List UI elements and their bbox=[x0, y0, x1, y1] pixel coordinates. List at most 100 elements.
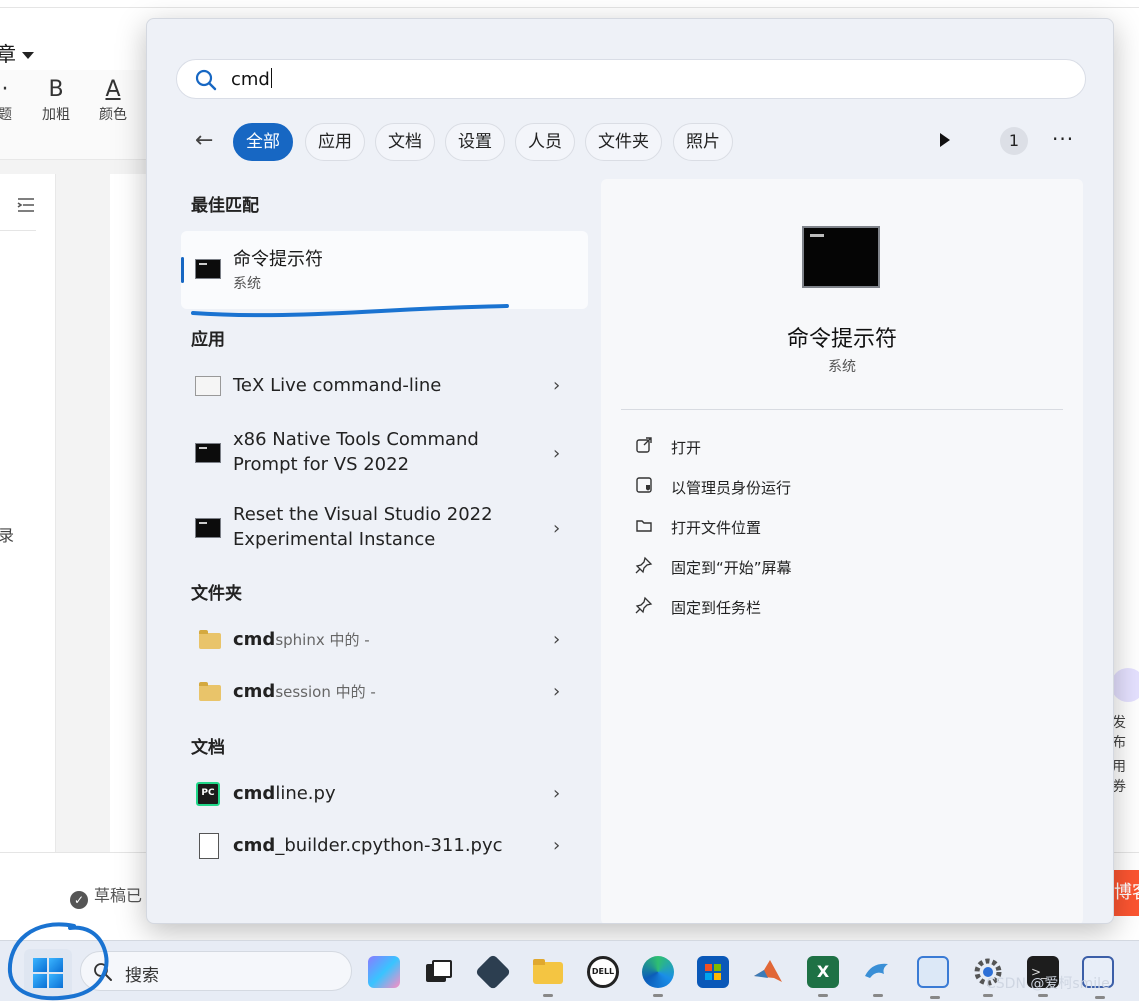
copilot-app-icon[interactable] bbox=[368, 956, 400, 988]
action-open-file-location[interactable]: 打开文件位置 bbox=[635, 515, 835, 539]
dell-app-icon[interactable]: DELL bbox=[587, 956, 619, 988]
folder-name: sphinx bbox=[275, 631, 325, 649]
publish-side-label: 发布 bbox=[1112, 715, 1126, 751]
match-text: cmd bbox=[233, 783, 276, 804]
running-indicator bbox=[543, 994, 553, 997]
tab-all[interactable]: 全部 bbox=[233, 123, 293, 161]
folder-result-session[interactable]: cmdsession 中的 - › bbox=[181, 667, 588, 717]
detail-title: 命令提示符 bbox=[786, 327, 897, 352]
chevron-right-icon[interactable]: › bbox=[553, 375, 560, 396]
doc-title-menu[interactable]: 章 bbox=[0, 38, 34, 67]
tab-documents[interactable]: 文档 bbox=[375, 123, 435, 161]
chevron-right-icon[interactable]: › bbox=[553, 629, 560, 650]
back-arrow-icon[interactable]: ← bbox=[195, 129, 213, 153]
pin-icon bbox=[635, 596, 653, 614]
action-pin-to-taskbar[interactable]: 固定到任务栏 bbox=[635, 595, 835, 619]
section-documents: 文档 bbox=[191, 738, 225, 758]
app-result-x86-native-tools[interactable]: x86 Native Tools Command Prompt for VS 20… bbox=[181, 427, 588, 483]
outline-icon[interactable] bbox=[16, 196, 36, 214]
app-result-line1: x86 Native Tools Command bbox=[233, 429, 479, 450]
section-folders: 文件夹 bbox=[191, 584, 242, 604]
dolphin-app-icon[interactable] bbox=[862, 956, 894, 997]
chevron-right-icon[interactable]: › bbox=[553, 835, 560, 856]
app-result-texlive[interactable]: TeX Live command-line › bbox=[181, 361, 588, 411]
document-result-cmdline[interactable]: PC cmdline.py › bbox=[181, 769, 588, 819]
bold-button[interactable]: B 加粗 bbox=[42, 76, 70, 124]
task-view-icon[interactable] bbox=[422, 956, 454, 988]
chevron-right-icon[interactable]: › bbox=[553, 518, 560, 539]
taskbar: 搜索 DELL X >_ CSDN @爱柯smile bbox=[0, 940, 1139, 1001]
search-query-text: cmd bbox=[231, 69, 270, 90]
excel-icon[interactable]: X bbox=[807, 956, 839, 997]
draft-status: ✓ 草稿已 bbox=[70, 882, 142, 909]
heading-tool[interactable]: · 题 bbox=[0, 76, 12, 124]
dev-app-icon[interactable] bbox=[474, 953, 512, 991]
best-match-name: 命令提示符 bbox=[233, 249, 323, 270]
folder-result-label: cmdsession 中的 - bbox=[233, 679, 376, 705]
app-result-line2: Experimental Instance bbox=[233, 529, 436, 550]
running-indicator bbox=[653, 994, 663, 997]
edge-browser-icon[interactable] bbox=[642, 956, 674, 997]
monitor-app-icon[interactable] bbox=[917, 956, 949, 999]
rewards-badge[interactable]: 1 bbox=[1000, 127, 1028, 155]
action-label: 打开 bbox=[671, 439, 702, 457]
chevron-right-icon[interactable]: › bbox=[553, 443, 560, 464]
tab-apps[interactable]: 应用 bbox=[305, 123, 365, 161]
taskbar-search-box[interactable]: 搜索 bbox=[80, 951, 352, 991]
action-label: 打开文件位置 bbox=[671, 519, 762, 537]
app-result-line1: Reset the Visual Studio 2022 bbox=[233, 504, 493, 525]
text-caret bbox=[270, 68, 272, 88]
right-sidebar bbox=[1114, 70, 1139, 930]
folder-name: session bbox=[275, 683, 331, 701]
action-pin-to-start[interactable]: 固定到“开始”屏幕 bbox=[635, 555, 835, 579]
document-name: _builder.cpython-311.pyc bbox=[275, 835, 503, 856]
pin-icon bbox=[635, 556, 653, 574]
search-query: cmd bbox=[231, 68, 272, 90]
action-open[interactable]: 打开 bbox=[635, 435, 835, 459]
outline-panel: 录 bbox=[0, 174, 56, 854]
pycharm-file-icon: PC bbox=[196, 782, 220, 806]
chevron-right-icon[interactable]: › bbox=[553, 681, 560, 702]
match-text: cmd bbox=[233, 629, 276, 650]
document-result-cmd-builder[interactable]: cmd_builder.cpython-311.pyc › bbox=[181, 821, 588, 871]
command-prompt-icon bbox=[195, 259, 221, 279]
play-icon[interactable] bbox=[940, 133, 950, 147]
matlab-icon[interactable] bbox=[752, 956, 784, 988]
tab-settings[interactable]: 设置 bbox=[445, 123, 505, 161]
app-result-reset-vs[interactable]: Reset the Visual Studio 2022 Experimental… bbox=[181, 502, 588, 558]
command-prompt-icon bbox=[195, 518, 221, 538]
open-external-icon bbox=[636, 437, 652, 453]
watermark: CSDN @爱柯smile bbox=[986, 976, 1110, 992]
action-run-as-admin[interactable]: 以管理员身份运行 bbox=[635, 475, 835, 499]
search-icon bbox=[195, 69, 217, 91]
draft-status-text: 草稿已 bbox=[94, 886, 143, 905]
file-explorer-icon[interactable] bbox=[532, 956, 564, 997]
tab-people[interactable]: 人员 bbox=[515, 123, 575, 161]
assistant-icon[interactable] bbox=[1111, 668, 1139, 702]
color-button[interactable]: A 颜色 bbox=[99, 76, 127, 124]
bold-label: 加粗 bbox=[42, 107, 70, 123]
search-input[interactable]: cmd bbox=[176, 59, 1086, 99]
action-label: 以管理员身份运行 bbox=[671, 479, 792, 497]
folder-location: 中的 - bbox=[330, 683, 376, 701]
editor-content-card bbox=[110, 174, 150, 854]
chevron-right-icon[interactable]: › bbox=[553, 783, 560, 804]
publish-button[interactable]: 博客 bbox=[1110, 870, 1139, 916]
tab-photos[interactable]: 照片 bbox=[673, 123, 733, 161]
tab-folders[interactable]: 文件夹 bbox=[585, 123, 662, 161]
running-indicator bbox=[1095, 996, 1105, 999]
texlive-app-icon bbox=[195, 376, 221, 396]
divider bbox=[621, 409, 1063, 410]
store-app-icon[interactable] bbox=[697, 956, 729, 988]
color-label: 颜色 bbox=[99, 107, 127, 123]
document-name: line.py bbox=[275, 783, 336, 804]
section-apps: 应用 bbox=[191, 330, 225, 350]
more-options-icon[interactable]: ··· bbox=[1052, 127, 1074, 151]
folder-result-sphinx[interactable]: cmdsphinx 中的 - › bbox=[181, 615, 588, 665]
running-indicator bbox=[1038, 994, 1048, 997]
start-menu-search-flyout: cmd ← 全部 应用 文档 设置 人员 文件夹 照片 1 ··· 最佳匹配 命… bbox=[146, 18, 1114, 924]
document-result-label: cmdline.py bbox=[233, 781, 336, 806]
detail-subtitle: 系统 bbox=[828, 359, 856, 375]
best-match-result[interactable]: 命令提示符 系统 bbox=[181, 231, 588, 309]
running-indicator bbox=[930, 996, 940, 999]
